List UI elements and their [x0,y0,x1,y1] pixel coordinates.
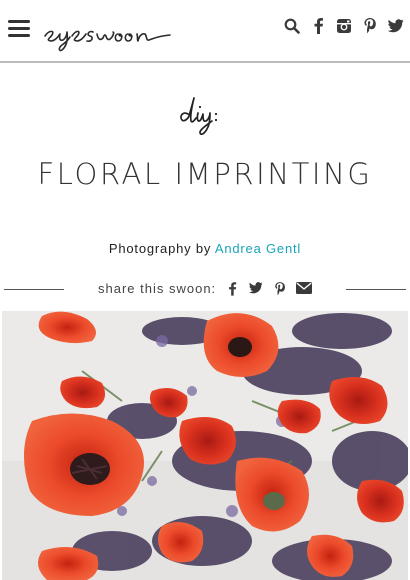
share-icons [224,280,312,296]
pinterest-icon[interactable] [361,17,378,34]
photographer-link[interactable]: Andrea Gentl [215,241,301,256]
email-icon[interactable] [296,280,312,296]
site-header [0,0,410,62]
hero-photo [2,311,408,580]
site-logo[interactable] [40,8,190,52]
poppies-illustration [2,311,408,580]
twitter-icon[interactable] [387,17,404,34]
facebook-icon[interactable] [224,280,240,296]
twitter-icon[interactable] [248,280,264,296]
hamburger-icon[interactable] [8,20,30,38]
facebook-icon[interactable] [309,17,326,34]
share-divider-right [346,289,406,290]
social-links [283,17,404,34]
share-bar: share this swoon: [0,279,410,299]
search-icon[interactable] [283,17,300,34]
share-divider-left [4,289,64,290]
photo-credit: Photography by Andrea Gentl [0,241,410,256]
header-divider [0,61,410,63]
article-title: FLORAL IMPRINTING [37,157,373,191]
credit-prefix: Photography by [108,241,212,256]
category-script [180,97,218,136]
instagram-icon[interactable] [335,17,352,34]
share-label: share this swoon: [98,281,217,296]
pinterest-icon[interactable] [272,280,288,296]
